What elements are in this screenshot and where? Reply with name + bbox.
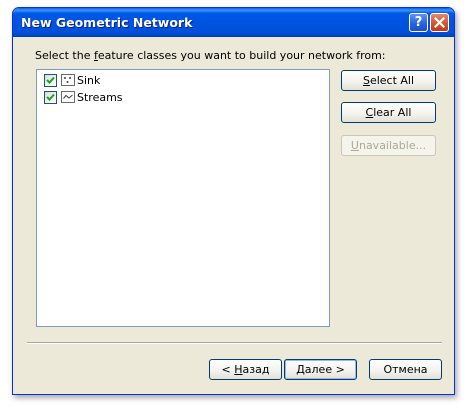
instruction-label: Select the feature classes you want to b… xyxy=(35,49,386,62)
sink-checkbox[interactable] xyxy=(44,73,57,87)
sink-label: Sink xyxy=(77,73,101,87)
footer-separator xyxy=(27,342,442,344)
cancel-label: Отмена xyxy=(383,363,428,376)
streams-checkbox[interactable] xyxy=(44,90,57,104)
select-all-button[interactable]: Select All xyxy=(341,70,436,91)
back-label: азад xyxy=(242,363,270,376)
new-geometric-network-dialog: New Geometric Network ? Select the featu… xyxy=(12,7,455,395)
clear-all-button[interactable]: Clear All xyxy=(341,102,436,123)
point-feature-class-icon xyxy=(61,74,75,86)
cancel-button[interactable]: Отмена xyxy=(369,359,442,380)
streams-label: Streams xyxy=(77,90,123,104)
unavailable-button: Unavailable... xyxy=(341,135,436,156)
feature-class-list[interactable]: Sink Streams xyxy=(36,69,330,327)
list-item-streams[interactable]: Streams xyxy=(44,89,123,105)
next-accelerator: Д xyxy=(296,363,305,376)
unavailable-accelerator: U xyxy=(350,139,359,152)
clear-all-label: lear All xyxy=(373,106,412,119)
back-prefix: < xyxy=(221,363,235,376)
help-button[interactable]: ? xyxy=(409,13,428,32)
window-title: New Geometric Network xyxy=(21,15,193,30)
checkmark-icon xyxy=(46,76,55,84)
question-mark-icon: ? xyxy=(414,15,423,30)
select-all-label: elect All xyxy=(369,74,415,87)
line-feature-class-icon xyxy=(61,91,75,103)
back-button[interactable]: < Назад xyxy=(209,359,282,380)
back-accelerator: Н xyxy=(234,363,243,376)
instruction-text-end: eature classes you want to build your ne… xyxy=(97,49,386,62)
close-icon xyxy=(434,17,445,28)
select-all-accelerator: S xyxy=(362,74,370,87)
list-item-sink[interactable]: Sink xyxy=(44,72,100,88)
next-button[interactable]: Далее > xyxy=(284,359,357,380)
unavailable-label: navailable... xyxy=(358,139,427,152)
title-bar[interactable]: New Geometric Network ? xyxy=(13,8,454,37)
checkmark-icon xyxy=(46,93,55,101)
close-button[interactable] xyxy=(430,13,449,32)
instruction-text-start: Select the xyxy=(35,49,94,62)
next-label: алее > xyxy=(304,363,345,376)
